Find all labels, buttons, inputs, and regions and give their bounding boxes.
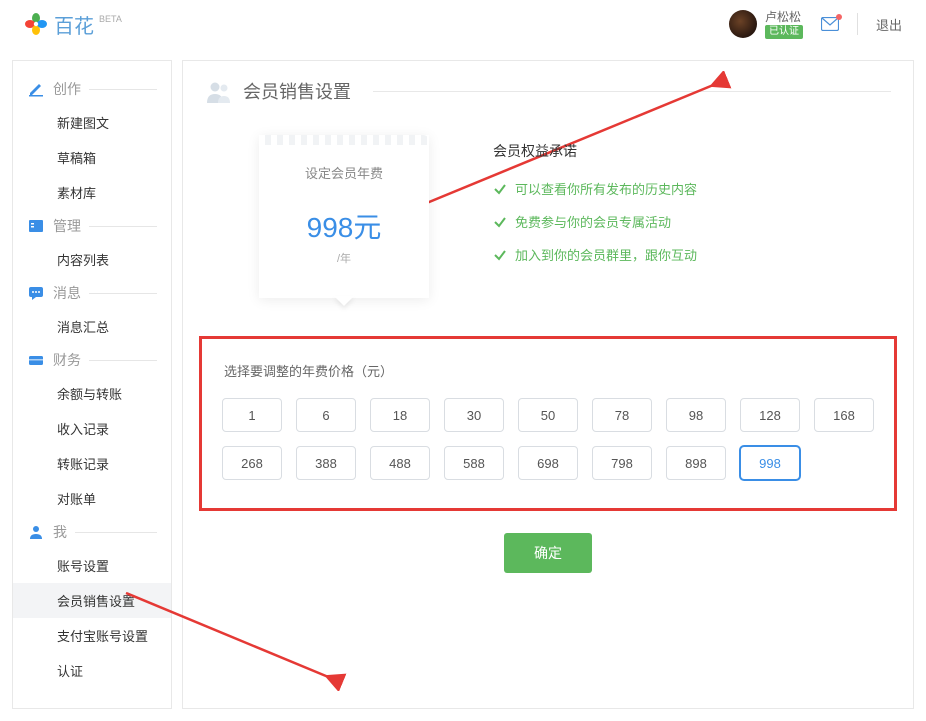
- sidebar-item[interactable]: 内容列表: [13, 242, 171, 277]
- price-option[interactable]: 388: [296, 446, 356, 480]
- price-option[interactable]: 98: [666, 398, 726, 432]
- section-title: 创作: [53, 79, 81, 99]
- section-icon: [27, 80, 45, 98]
- mail-icon[interactable]: [821, 17, 839, 31]
- sidebar-item[interactable]: 认证: [13, 653, 171, 688]
- selector-label: 选择要调整的年费价格（元）: [224, 361, 874, 380]
- main-panel: 会员销售设置 设定会员年费 998元 /年 会员权益承诺 可以查看你所有发布的历…: [182, 60, 914, 709]
- section-title: 我: [53, 522, 67, 542]
- user-icon: [205, 77, 233, 105]
- benefit-item: 加入到你的会员群里，跟你互动: [493, 245, 697, 264]
- section-icon: [27, 217, 45, 235]
- price-option[interactable]: 6: [296, 398, 356, 432]
- price-option[interactable]: 78: [592, 398, 652, 432]
- sidebar-section-header: 财务: [13, 344, 171, 376]
- benefits-column: 会员权益承诺 可以查看你所有发布的历史内容免费参与你的会员专属活动加入到你的会员…: [493, 135, 697, 278]
- sidebar-item[interactable]: 收入记录: [13, 411, 171, 446]
- price-option[interactable]: 488: [370, 446, 430, 480]
- sidebar-item[interactable]: 消息汇总: [13, 309, 171, 344]
- sidebar-item[interactable]: 素材库: [13, 175, 171, 210]
- price-option[interactable]: 1: [222, 398, 282, 432]
- price-option[interactable]: 50: [518, 398, 578, 432]
- section-title: 管理: [53, 216, 81, 236]
- sidebar-section-header: 创作: [13, 73, 171, 105]
- benefit-item: 可以查看你所有发布的历史内容: [493, 179, 697, 198]
- confirm-button[interactable]: 确定: [504, 533, 592, 573]
- logo[interactable]: 百花 BETA: [24, 10, 122, 39]
- page-title-row: 会员销售设置: [205, 77, 891, 113]
- price-option[interactable]: 168: [814, 398, 874, 432]
- notification-dot: [836, 14, 842, 20]
- price-card-title: 设定会员年费: [259, 163, 429, 182]
- section-icon: [27, 351, 45, 369]
- price-option[interactable]: 998: [740, 446, 800, 480]
- benefit-item: 免费参与你的会员专属活动: [493, 212, 697, 231]
- sidebar-section-header: 管理: [13, 210, 171, 242]
- price-option[interactable]: 898: [666, 446, 726, 480]
- verified-badge: 已认证: [765, 25, 803, 39]
- sidebar-item[interactable]: 账号设置: [13, 548, 171, 583]
- beta-badge: BETA: [99, 14, 122, 24]
- sidebar-item[interactable]: 新建图文: [13, 105, 171, 140]
- benefit-text: 免费参与你的会员专属活动: [515, 212, 671, 231]
- price-option[interactable]: 30: [444, 398, 504, 432]
- benefit-text: 加入到你的会员群里，跟你互动: [515, 245, 697, 264]
- price-option[interactable]: 798: [592, 446, 652, 480]
- price-option[interactable]: 698: [518, 446, 578, 480]
- card-pointer: [334, 296, 354, 306]
- sidebar-item[interactable]: 余额与转账: [13, 376, 171, 411]
- sidebar-item[interactable]: 支付宝账号设置: [13, 618, 171, 653]
- price-grid: 16 18 30 50 78 98 128 168 268 388 488 588 698 798 898 9…: [222, 398, 874, 480]
- section-title: 消息: [53, 283, 81, 303]
- section-icon: [27, 284, 45, 302]
- check-icon: [493, 248, 507, 262]
- logo-text: 百花: [54, 10, 94, 39]
- price-option[interactable]: 268: [222, 446, 282, 480]
- sidebar-item[interactable]: 对账单: [13, 481, 171, 516]
- sidebar-item[interactable]: 草稿箱: [13, 140, 171, 175]
- logo-icon: [24, 12, 48, 36]
- section-icon: [27, 523, 45, 541]
- top-header: 百花 BETA 卢松松 已认证 退出: [0, 0, 926, 48]
- sidebar-item[interactable]: 会员销售设置: [13, 583, 171, 618]
- logout-button[interactable]: 退出: [876, 15, 902, 34]
- price-card-wrap: 设定会员年费 998元 /年: [259, 135, 429, 306]
- avatar[interactable]: [729, 10, 757, 38]
- title-divider: [373, 91, 891, 92]
- price-option[interactable]: 128: [740, 398, 800, 432]
- divider: [857, 13, 858, 35]
- user-name: 卢松松: [765, 10, 801, 24]
- sidebar-section-header: 我: [13, 516, 171, 548]
- sidebar-item[interactable]: 转账记录: [13, 446, 171, 481]
- benefits-heading: 会员权益承诺: [493, 141, 697, 161]
- price-selector-block: 选择要调整的年费价格（元） 16 18 30 50 78 98 128 168 268 388 48…: [199, 336, 897, 511]
- user-info[interactable]: 卢松松 已认证: [765, 10, 803, 39]
- price-per: /年: [259, 250, 429, 266]
- check-icon: [493, 215, 507, 229]
- section-title: 财务: [53, 350, 81, 370]
- benefit-text: 可以查看你所有发布的历史内容: [515, 179, 697, 198]
- sidebar-section-header: 消息: [13, 277, 171, 309]
- price-value: 998元: [259, 206, 429, 246]
- price-card: 设定会员年费 998元 /年: [259, 135, 429, 298]
- check-icon: [493, 182, 507, 196]
- price-option[interactable]: 18: [370, 398, 430, 432]
- page-title: 会员销售设置: [243, 78, 351, 104]
- sidebar: 创作新建图文草稿箱素材库管理内容列表消息消息汇总财务余额与转账收入记录转账记录对…: [12, 60, 172, 709]
- price-option[interactable]: 588: [444, 446, 504, 480]
